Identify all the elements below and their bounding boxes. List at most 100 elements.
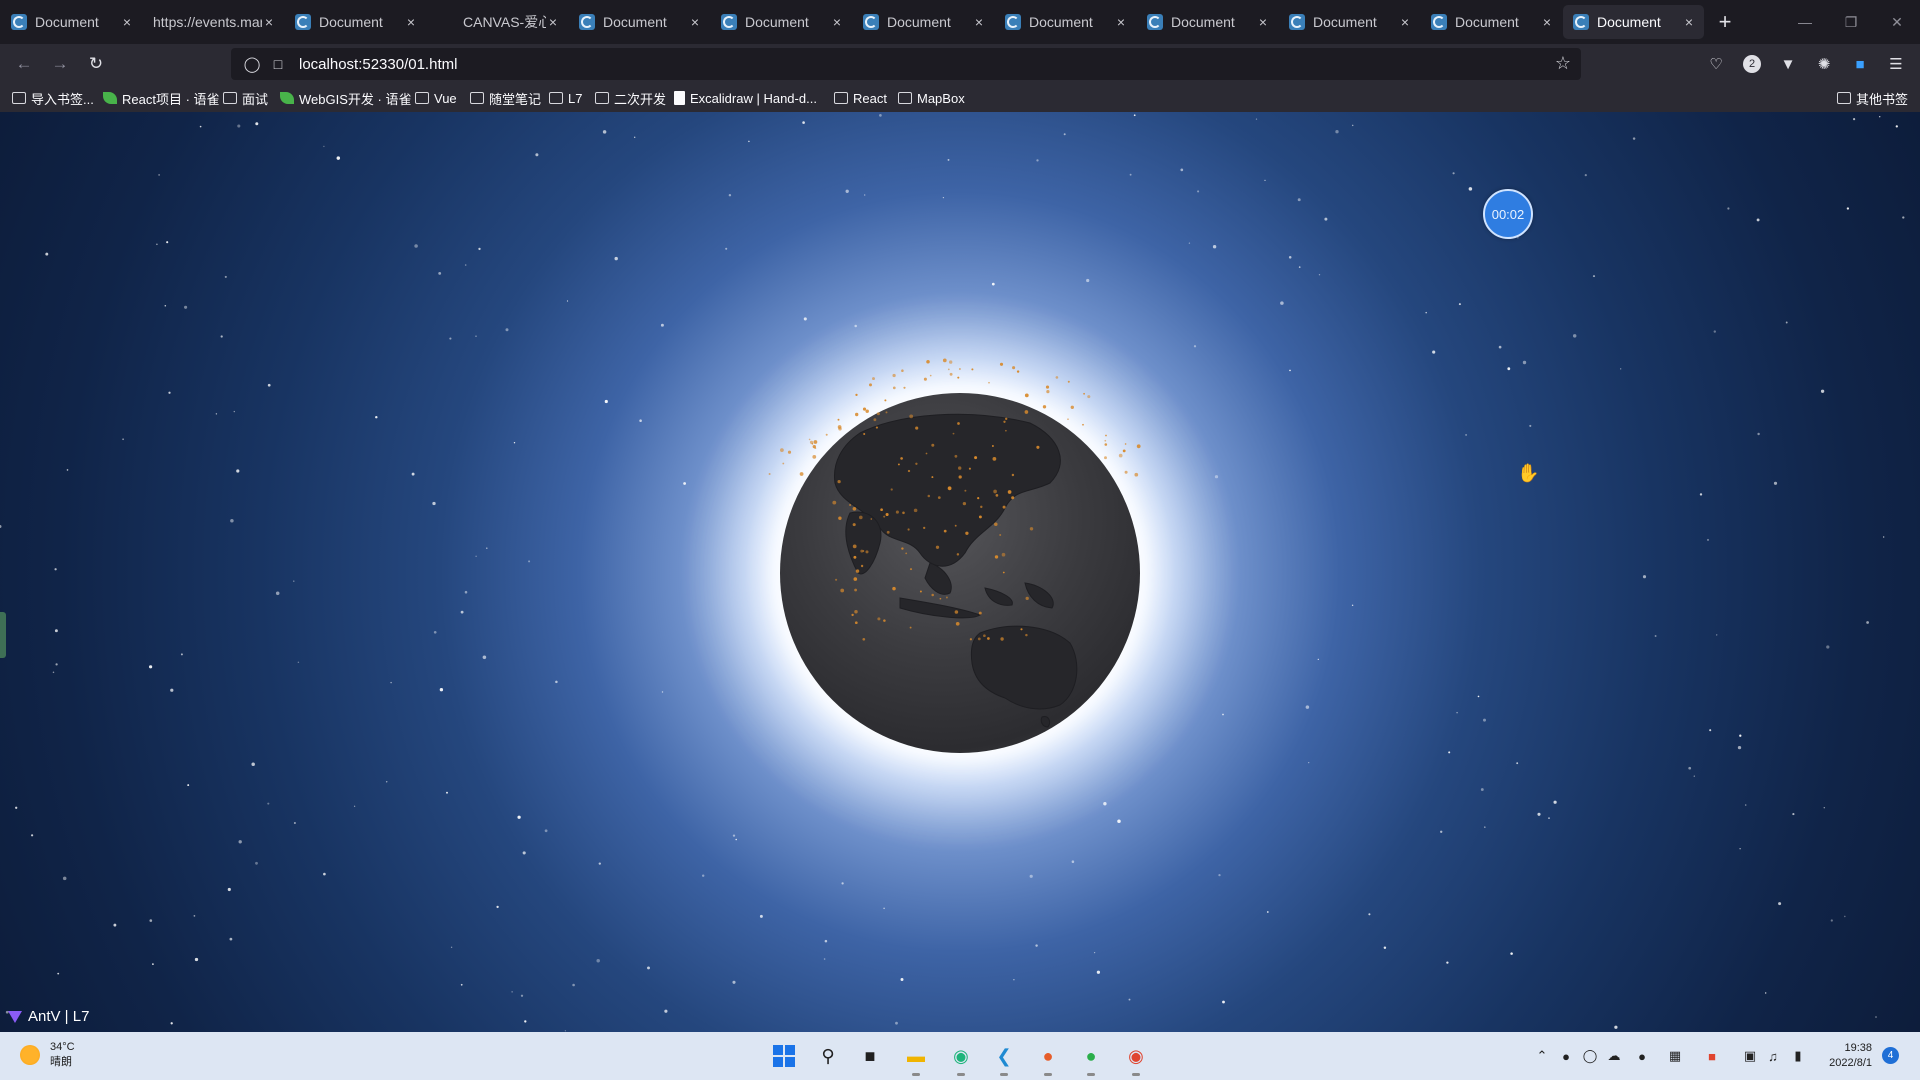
network-icon[interactable]: ▣ <box>1740 1046 1760 1066</box>
pocket-icon[interactable]: ♡ <box>1704 52 1728 76</box>
close-tab-icon[interactable]: × <box>120 14 134 30</box>
browser-tab[interactable]: CANVAS-爱心 × <box>427 5 568 39</box>
defender-icon[interactable]: ◯ <box>1580 1046 1600 1066</box>
city-light-dot <box>813 440 818 444</box>
city-light-dot <box>923 377 927 381</box>
close-tab-icon[interactable]: × <box>546 14 560 30</box>
system-clock[interactable]: 19:38 2022/8/1 <box>1820 1041 1872 1071</box>
browser-tab[interactable]: Document × <box>1563 5 1704 39</box>
browser-tab[interactable]: Document × <box>1 5 142 39</box>
address-text[interactable]: localhost:52330/01.html <box>299 56 457 73</box>
close-tab-icon[interactable]: × <box>1256 14 1270 30</box>
bookmark-item[interactable]: 随堂笔记 <box>470 89 541 107</box>
tray-overflow-icon[interactable]: ⌃ <box>1532 1046 1552 1066</box>
account-icon[interactable]: ■ <box>1848 52 1872 76</box>
weather-widget[interactable]: 34°C 晴朗 <box>20 1040 75 1070</box>
close-tab-icon[interactable]: × <box>1398 14 1412 30</box>
close-tab-icon[interactable]: × <box>688 14 702 30</box>
city-light-dot <box>855 393 858 397</box>
sogou-icon[interactable]: ■ <box>1702 1046 1722 1066</box>
file-explorer-button[interactable]: ▬ <box>902 1042 930 1076</box>
browser-tab[interactable]: Document × <box>853 5 994 39</box>
bookmark-item[interactable]: React项目 · 语雀 <box>103 89 220 107</box>
map-viewport[interactable]: 00:02 ✋ AntV | L7 <box>0 112 1920 1032</box>
vue-devtools-icon[interactable]: ▼ <box>1776 52 1800 76</box>
browser-tab[interactable]: Document × <box>1137 5 1278 39</box>
hand-cursor-icon: ✋ <box>1517 463 1540 483</box>
bookmark-item[interactable]: L7 <box>549 89 582 107</box>
browser-tab[interactable]: Document × <box>1279 5 1420 39</box>
bookmark-item[interactable]: React <box>834 89 887 107</box>
city-light-dot <box>862 407 867 411</box>
city-light-dot <box>1042 405 1047 409</box>
city-light-dot <box>872 377 875 381</box>
bookmark-item[interactable]: Excalidraw | Hand-d... <box>674 89 817 107</box>
bookmark-item[interactable]: 二次开发 <box>595 89 666 107</box>
bookmark-star-icon[interactable]: ☆ <box>1555 53 1571 74</box>
shield-icon[interactable]: ◯ <box>237 55 267 73</box>
city-light-dot <box>855 412 859 417</box>
city-light-dot <box>892 386 896 390</box>
city-light-dot <box>858 515 863 520</box>
battery-icon[interactable]: ▮ <box>1788 1046 1808 1066</box>
restore-button[interactable]: ❐ <box>1828 0 1874 44</box>
vscode-button[interactable]: ❮ <box>990 1042 1018 1076</box>
city-light-dot <box>958 368 961 370</box>
microphone-icon[interactable]: ● <box>1632 1046 1652 1066</box>
close-tab-icon[interactable]: × <box>1540 14 1554 30</box>
city-light-dot <box>969 638 973 641</box>
task-view-button[interactable]: ■ <box>856 1042 884 1070</box>
bookmark-item[interactable]: WebGIS开发 · 语雀 <box>280 89 411 107</box>
antv-l7-logo[interactable]: AntV | L7 <box>8 1008 89 1025</box>
react-devtools-icon[interactable]: ✺ <box>1812 52 1836 76</box>
browser-tab[interactable]: Document × <box>1421 5 1562 39</box>
browser-tab[interactable]: https://events.mar × <box>143 5 284 39</box>
search-button[interactable]: ⚲ <box>814 1042 842 1070</box>
bookmark-item[interactable]: Vue <box>415 89 457 107</box>
close-tab-icon[interactable]: × <box>262 14 276 30</box>
menu-icon[interactable]: ☰ <box>1884 52 1908 76</box>
new-tab-button[interactable]: + <box>1708 5 1742 39</box>
close-tab-icon[interactable]: × <box>830 14 844 30</box>
city-light-dot <box>915 462 918 465</box>
start-button[interactable] <box>770 1042 798 1070</box>
forward-button[interactable]: → <box>46 50 74 78</box>
volume-icon[interactable]: ♫ <box>1763 1046 1783 1066</box>
browser-tab[interactable]: Document × <box>569 5 710 39</box>
timer-badge[interactable]: 00:02 <box>1483 189 1533 239</box>
back-button[interactable]: ← <box>10 50 38 78</box>
side-panel-handle[interactable] <box>0 612 6 658</box>
bookmark-label: 导入书签... <box>31 91 94 107</box>
teams-chat-button[interactable]: ◉ <box>947 1042 975 1076</box>
city-light-dot <box>1012 366 1016 370</box>
minimize-button[interactable]: — <box>1782 0 1828 44</box>
chrome-button[interactable]: ◉ <box>1122 1042 1150 1076</box>
firefox-button[interactable]: ● <box>1034 1042 1062 1076</box>
close-tab-icon[interactable]: × <box>1114 14 1128 30</box>
close-window-button[interactable]: ✕ <box>1874 0 1920 44</box>
reload-button[interactable]: ↻ <box>82 50 110 78</box>
city-light-dot <box>1055 376 1059 379</box>
ime-icon[interactable]: ▦ <box>1665 1046 1685 1066</box>
bookmark-item[interactable]: 面试 <box>223 89 268 107</box>
browser-tab[interactable]: Document × <box>995 5 1136 39</box>
browser-tab[interactable]: Document × <box>711 5 852 39</box>
city-light-dot <box>1045 385 1050 389</box>
close-tab-icon[interactable]: × <box>1682 14 1696 30</box>
city-light-dot <box>860 564 864 568</box>
bookmark-item[interactable]: 导入书签... <box>12 89 94 107</box>
notification-badge[interactable]: 4 <box>1882 1047 1899 1064</box>
extension-badge[interactable]: 2 <box>1740 52 1764 76</box>
address-bar[interactable]: ◯ □ localhost:52330/01.html ☆ <box>231 48 1581 80</box>
city-light-dot <box>925 452 928 455</box>
bookmark-item[interactable]: MapBox <box>898 89 965 107</box>
qq-icon[interactable]: ● <box>1556 1046 1576 1066</box>
close-tab-icon[interactable]: × <box>404 14 418 30</box>
browser-tab[interactable]: Document × <box>285 5 426 39</box>
other-bookmarks[interactable]: 其他书签 <box>1836 89 1908 107</box>
logo-text: AntV | L7 <box>28 1008 90 1025</box>
wechat-button[interactable]: ● <box>1077 1042 1105 1076</box>
onedrive-icon[interactable]: ☁ <box>1604 1046 1624 1066</box>
close-tab-icon[interactable]: × <box>972 14 986 30</box>
folder-icon <box>1836 92 1851 104</box>
